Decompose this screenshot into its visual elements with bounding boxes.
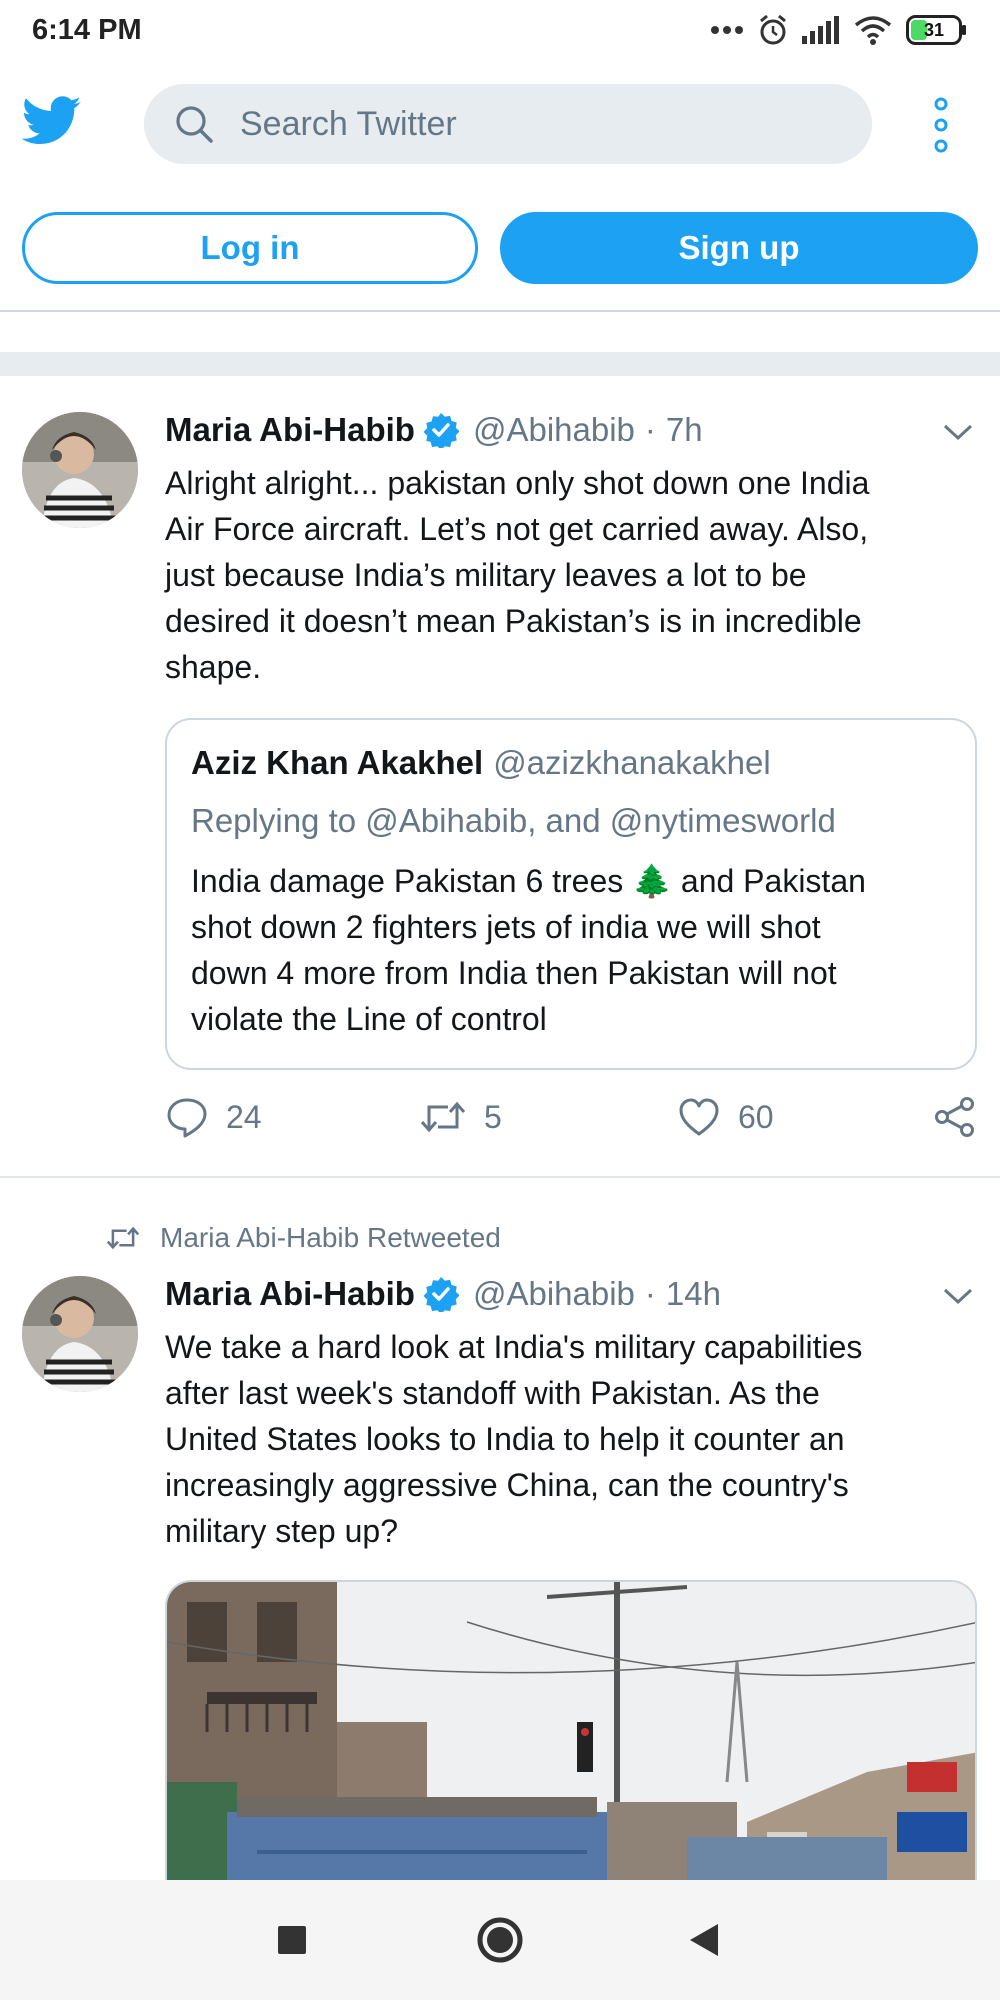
- auth-buttons: Log in Sign up: [0, 212, 1000, 286]
- like-count: 60: [738, 1098, 774, 1135]
- tweet-text-line: military step up?: [165, 1513, 398, 1549]
- status-bar: 6:14 PM 31: [0, 0, 1000, 62]
- circle-icon[interactable]: [476, 1916, 524, 1964]
- author-handle[interactable]: @Abihabib: [473, 411, 635, 449]
- verified-badge-icon: [423, 1276, 459, 1312]
- quoted-tweet[interactable]: Aziz Khan Akakhel @azizkhanakakhel Replyi…: [165, 718, 977, 1070]
- square-icon[interactable]: [276, 1924, 308, 1956]
- quoted-tweet-header: Aziz Khan Akakhel @azizkhanakakhel: [191, 744, 771, 782]
- tweet-text: Alright alright... pakistan only shot do…: [165, 460, 965, 690]
- like-button[interactable]: 60: [678, 1092, 774, 1142]
- quoted-text-line: violate the Line of control: [191, 1001, 547, 1037]
- share-icon: [935, 1097, 974, 1137]
- heart-icon: [679, 1098, 719, 1136]
- quoted-author-name: Aziz Khan Akakhel: [191, 744, 484, 781]
- avatar[interactable]: [22, 412, 138, 528]
- tweet-header: Maria Abi-Habib @Abihabib · 14h: [165, 1272, 721, 1316]
- avatar-photo: [22, 412, 138, 528]
- avatar-photo: [22, 1276, 138, 1392]
- signup-button[interactable]: Sign up: [500, 212, 978, 284]
- tweet-time[interactable]: 14h: [666, 1275, 721, 1313]
- tweet-text-line: after last week's standoff with Pakistan…: [165, 1375, 820, 1411]
- quoted-author-handle: @azizkhanakakhel: [493, 744, 771, 781]
- separator-dot: ·: [644, 411, 656, 448]
- system-navigation-bar: [0, 1880, 1000, 2000]
- login-button[interactable]: Log in: [22, 212, 478, 284]
- verified-badge-icon: [423, 412, 459, 448]
- top-app-bar: [0, 62, 1000, 192]
- tweet-text-line: United States looks to India to help it …: [165, 1421, 845, 1457]
- retweet-count: 5: [484, 1098, 502, 1135]
- tweet-text-line: just because India’s military leaves a l…: [165, 557, 807, 593]
- reply-count: 24: [226, 1098, 262, 1135]
- quoted-text-line: shot down 2 fighters jets of india we wi…: [191, 909, 821, 945]
- more-vertical-icon[interactable]: [928, 96, 954, 154]
- tweet-text: We take a hard look at India's military …: [165, 1324, 965, 1554]
- avatar[interactable]: [22, 1276, 138, 1392]
- more-notifications-icon: [711, 26, 743, 34]
- search-icon: [176, 106, 213, 143]
- tweet-text-line: We take a hard look at India's military …: [165, 1329, 863, 1365]
- quoted-text-line: down 4 more from India then Pakistan wil…: [191, 955, 837, 991]
- retweet-context: Maria Abi-Habib Retweeted: [106, 1220, 501, 1256]
- header-divider: [0, 310, 1000, 312]
- retweet-icon: [420, 1101, 466, 1133]
- reply-button[interactable]: 24: [166, 1092, 262, 1142]
- tweet-header: Maria Abi-Habib @Abihabib · 7h: [165, 408, 703, 452]
- search-bar[interactable]: [144, 84, 872, 164]
- retweeted-by[interactable]: Maria Abi-Habib Retweeted: [160, 1222, 501, 1254]
- retweet-icon: [106, 1226, 140, 1250]
- signal-icon: [802, 16, 839, 44]
- wifi-icon: [854, 16, 892, 45]
- share-button[interactable]: [934, 1092, 976, 1142]
- tweet-media-image[interactable]: [165, 1580, 977, 1880]
- tweet-text-line: increasingly aggressive China, can the c…: [165, 1467, 849, 1503]
- timeline-gap: [0, 352, 1000, 376]
- tweet-time[interactable]: 7h: [666, 411, 703, 449]
- tweet-text-line: desired it doesn’t mean Pakistan’s is in…: [165, 603, 862, 639]
- battery-level: 31: [923, 20, 945, 40]
- tweet-text-line: Air Force aircraft. Let’s not get carrie…: [165, 511, 869, 547]
- chevron-down-icon[interactable]: [942, 1286, 974, 1306]
- back-triangle-icon[interactable]: [686, 1922, 722, 1958]
- tweet-separator: [0, 1176, 1000, 1178]
- tweet-actions: 24 5 60: [0, 1092, 1000, 1142]
- status-time: 6:14 PM: [32, 14, 142, 46]
- search-input[interactable]: [240, 84, 840, 164]
- street-scene-photo: [167, 1582, 975, 1880]
- status-icons: 31: [710, 12, 968, 48]
- battery-indicator: 31: [906, 15, 968, 45]
- tweet-text-line: shape.: [165, 649, 262, 685]
- tweet-text-line: Alright alright... pakistan only shot do…: [165, 465, 870, 501]
- quoted-tweet-text: India damage Pakistan 6 trees 🌲 and Paki…: [191, 858, 961, 1042]
- quoted-text-line: India damage Pakistan 6 trees 🌲 and Paki…: [191, 863, 866, 899]
- reply-icon: [167, 1098, 207, 1138]
- chevron-down-icon[interactable]: [942, 422, 974, 442]
- separator-dot: ·: [644, 1275, 656, 1312]
- twitter-bird-icon[interactable]: [22, 96, 82, 146]
- author-name[interactable]: Maria Abi-Habib: [165, 1275, 415, 1313]
- retweet-button[interactable]: 5: [420, 1092, 502, 1142]
- author-name[interactable]: Maria Abi-Habib: [165, 411, 415, 449]
- replying-to: Replying to @Abihabib, and @nytimesworld: [191, 802, 836, 839]
- author-handle[interactable]: @Abihabib: [473, 1275, 635, 1313]
- alarm-icon: [760, 14, 786, 45]
